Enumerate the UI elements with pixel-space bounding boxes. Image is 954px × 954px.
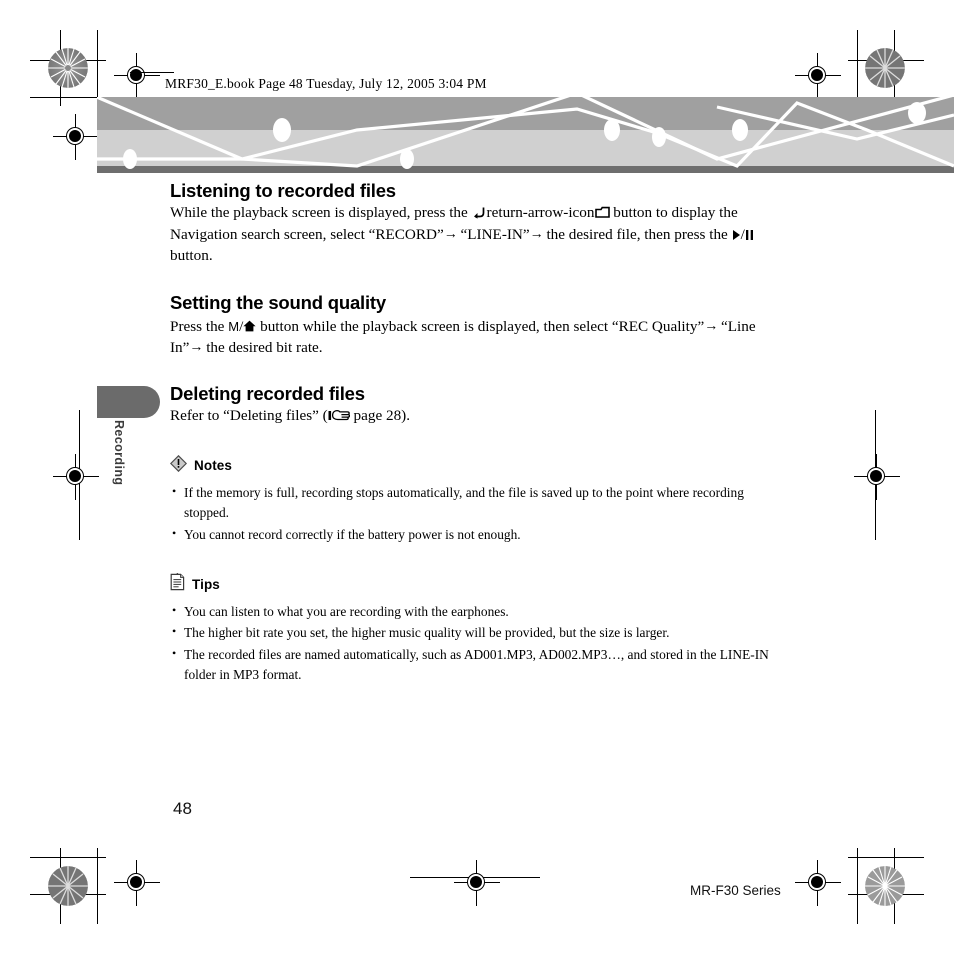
registration-target-icon <box>114 860 160 906</box>
body-text-run: Press the <box>170 317 229 335</box>
chapter-tab <box>97 386 160 418</box>
book-header-underline <box>130 72 174 73</box>
notes-block: Notes If the memory is full, recording s… <box>169 454 790 545</box>
registration-target-icon <box>114 53 160 99</box>
tips-label: Tips <box>192 576 220 592</box>
registration-target-icon <box>795 53 841 99</box>
section-heading-listening: Listening to recorded files <box>170 180 396 201</box>
crop-mark-line <box>97 30 98 106</box>
page-number: 48 <box>173 799 192 818</box>
main-content: Listening to recorded files While the pl… <box>169 180 790 686</box>
section-heading-sound-quality: Setting the sound quality <box>170 292 386 314</box>
crop-mark-line <box>97 848 98 924</box>
print-control-star-icon <box>48 48 88 88</box>
body-text-run: “LINE-IN” <box>456 225 530 243</box>
right-arrow-icon: → <box>189 338 203 355</box>
section-heading-deleting: Deleting recorded files <box>170 382 365 404</box>
section-body-sound-quality: Press the M/ button while the playback s… <box>170 316 790 359</box>
crop-mark-line <box>30 97 106 98</box>
book-header-line: MRF30_E.book Page 48 Tuesday, July 12, 2… <box>165 76 487 91</box>
notes-header: Notes <box>169 454 790 477</box>
registration-target-icon <box>795 860 841 906</box>
section-body-listening: While the playback screen is displayed, … <box>170 203 790 266</box>
chapter-tab-label: Recording <box>112 420 126 486</box>
pause-icon <box>745 227 754 240</box>
print-control-star-icon <box>48 866 88 906</box>
list-item: You can listen to what you are recording… <box>170 601 790 622</box>
right-arrow-icon: → <box>704 316 718 333</box>
list-item: The higher bit rate you set, the higher … <box>170 622 790 643</box>
body-text-run: Refer to “Deleting files” ( <box>170 407 328 425</box>
body-text-run: the desired bit rate. <box>202 339 323 357</box>
list-item: If the memory is full, recording stops a… <box>170 482 790 524</box>
list-item: The recorded files are named automatical… <box>170 644 790 686</box>
body-text-run: page 28). <box>349 407 411 425</box>
body-text-run: button. <box>170 246 213 264</box>
body-text-run: button while the playback screen is disp… <box>256 317 705 335</box>
list-item: You cannot record correctly if the batte… <box>170 524 790 545</box>
print-control-star-icon <box>865 866 905 906</box>
body-text-run: return-arrow-icon <box>486 204 595 222</box>
registration-target-icon <box>854 454 900 500</box>
pointing-hand-icon <box>328 408 350 421</box>
return-arrow-icon <box>472 205 487 219</box>
tips-header: Tips <box>170 572 790 596</box>
m-letter-icon: M <box>228 318 240 334</box>
notes-list: If the memory is full, recording stops a… <box>170 482 790 545</box>
warning-diamond-icon <box>169 454 188 477</box>
tips-list: You can listen to what you are recording… <box>170 601 790 686</box>
home-icon <box>243 318 256 331</box>
section-body-deleting: Refer to “Deleting files” ( page 28). <box>170 406 790 427</box>
crop-mark-line <box>857 848 858 924</box>
body-text-run: the desired file, then press the <box>542 225 732 243</box>
right-arrow-icon: → <box>443 224 458 241</box>
notes-label: Notes <box>194 458 233 474</box>
series-footer: MR-F30 Series <box>690 883 781 898</box>
folder-icon <box>594 205 610 219</box>
registration-target-icon <box>53 114 99 160</box>
play-icon <box>732 227 741 240</box>
right-arrow-icon: → <box>529 224 544 241</box>
crop-mark-line <box>857 30 858 106</box>
body-text-run: While the playback screen is displayed, … <box>170 204 472 222</box>
crop-mark-line <box>30 857 106 858</box>
registration-target-icon <box>53 454 99 500</box>
decorative-banner <box>97 97 954 173</box>
note-page-icon <box>170 572 185 596</box>
print-control-star-icon <box>865 48 905 88</box>
registration-target-icon <box>454 860 500 906</box>
crop-mark-line <box>848 857 924 858</box>
document-page: MRF30_E.book Page 48 Tuesday, July 12, 2… <box>0 0 954 954</box>
tips-block: Tips You can listen to what you are reco… <box>170 572 790 686</box>
